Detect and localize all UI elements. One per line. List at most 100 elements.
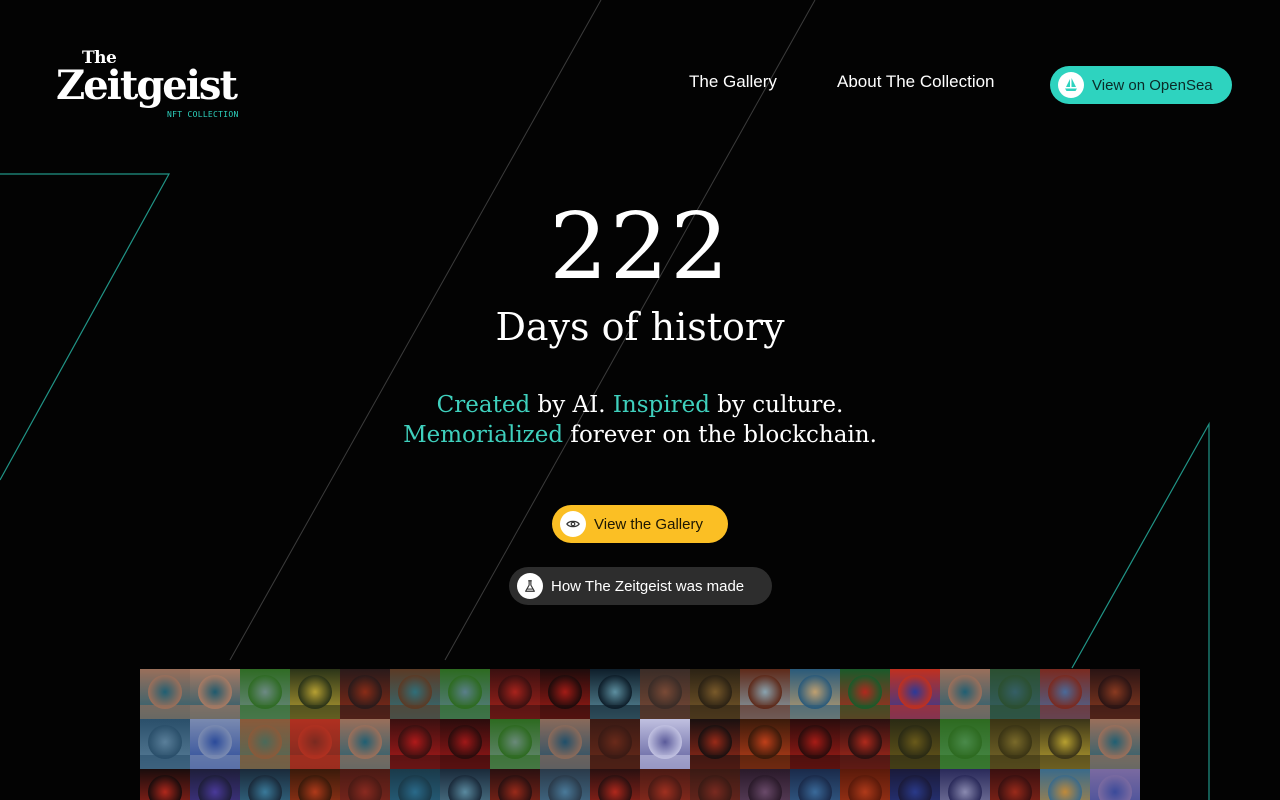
thumbnail-art	[598, 775, 632, 800]
nft-thumbnail[interactable]	[540, 769, 590, 800]
nft-thumbnail[interactable]	[140, 769, 190, 800]
nft-thumbnail[interactable]	[440, 669, 490, 719]
nft-thumbnail[interactable]	[990, 769, 1040, 800]
nft-thumbnail[interactable]	[1090, 669, 1140, 719]
thumbnail-ground	[490, 755, 540, 769]
nft-thumbnail[interactable]	[940, 719, 990, 769]
nft-thumbnail[interactable]	[590, 769, 640, 800]
nft-thumbnail[interactable]	[140, 719, 190, 769]
thumbnail-ground	[840, 705, 890, 719]
nft-thumbnail[interactable]	[690, 769, 740, 800]
nft-thumbnail[interactable]	[490, 669, 540, 719]
thumbnail-art	[498, 675, 532, 709]
thumbnail-art	[898, 725, 932, 759]
nft-thumbnail[interactable]	[340, 669, 390, 719]
flask-icon	[517, 573, 543, 599]
thumbnail-ground	[390, 755, 440, 769]
thumbnail-art	[248, 675, 282, 709]
thumbnail-art	[848, 775, 882, 800]
nft-thumbnail[interactable]	[190, 769, 240, 800]
nft-thumbnail[interactable]	[740, 719, 790, 769]
nft-thumbnail[interactable]	[390, 769, 440, 800]
nft-thumbnail[interactable]	[390, 669, 440, 719]
thumbnail-art	[998, 725, 1032, 759]
nft-thumbnail[interactable]	[690, 669, 740, 719]
thumbnail-art	[948, 725, 982, 759]
nft-thumbnail[interactable]	[690, 719, 740, 769]
nft-thumbnail[interactable]	[440, 719, 490, 769]
thumbnail-ground	[690, 755, 740, 769]
thumbnail-art	[1048, 675, 1082, 709]
thumbnail-art	[448, 675, 482, 709]
nft-thumbnail[interactable]	[240, 669, 290, 719]
thumbnail-art	[198, 675, 232, 709]
thumbnail-ground	[1040, 705, 1090, 719]
nav-link-about[interactable]: About The Collection	[837, 72, 995, 92]
site-logo[interactable]: The Zeitgeist NFT COLLECTION	[56, 48, 246, 124]
thumbnail-art	[148, 675, 182, 709]
nft-thumbnail[interactable]	[740, 669, 790, 719]
nft-thumbnail[interactable]	[190, 719, 240, 769]
nav-link-gallery[interactable]: The Gallery	[689, 72, 777, 92]
nft-thumbnail[interactable]	[940, 769, 990, 800]
view-on-opensea-button[interactable]: View on OpenSea	[1050, 66, 1232, 104]
thumbnail-art	[698, 725, 732, 759]
nft-thumbnail[interactable]	[190, 669, 240, 719]
nft-thumbnail[interactable]	[440, 769, 490, 800]
nft-thumbnail[interactable]	[490, 769, 540, 800]
nft-thumbnail[interactable]	[640, 669, 690, 719]
nft-thumbnail[interactable]	[740, 769, 790, 800]
nft-thumbnail[interactable]	[390, 719, 440, 769]
thumbnail-art	[598, 725, 632, 759]
how-it-was-made-button[interactable]: How The Zeitgeist was made	[509, 567, 772, 605]
nft-thumbnail[interactable]	[140, 669, 190, 719]
nft-thumbnail[interactable]	[790, 769, 840, 800]
thumbnail-art	[748, 725, 782, 759]
nft-thumbnail[interactable]	[1040, 719, 1090, 769]
nft-thumbnail[interactable]	[990, 719, 1040, 769]
nft-thumbnail[interactable]	[1040, 669, 1090, 719]
view-gallery-button[interactable]: View the Gallery	[552, 505, 728, 543]
gallery-button-label: View the Gallery	[594, 515, 703, 533]
nft-thumbnail[interactable]	[790, 669, 840, 719]
nft-thumbnail[interactable]	[340, 719, 390, 769]
nft-thumbnail[interactable]	[1090, 719, 1140, 769]
nft-thumbnail[interactable]	[290, 769, 340, 800]
eye-icon	[560, 511, 586, 537]
nft-thumbnail[interactable]	[1090, 769, 1140, 800]
nft-thumbnail[interactable]	[890, 769, 940, 800]
nft-thumbnail[interactable]	[840, 719, 890, 769]
thumbnail-art	[1048, 775, 1082, 800]
nft-thumbnail[interactable]	[990, 669, 1040, 719]
nft-thumbnail[interactable]	[1040, 769, 1090, 800]
nft-thumbnail[interactable]	[240, 719, 290, 769]
nft-thumbnail[interactable]	[540, 669, 590, 719]
days-count: 222	[549, 193, 731, 300]
nft-thumbnail[interactable]	[490, 719, 540, 769]
nft-thumbnail[interactable]	[890, 669, 940, 719]
thumbnail-ground	[740, 705, 790, 719]
thumbnail-art	[148, 775, 182, 800]
nft-thumbnail[interactable]	[840, 669, 890, 719]
thumbnail-ground	[840, 755, 890, 769]
thumbnail-ground	[940, 755, 990, 769]
nft-thumbnail[interactable]	[840, 769, 890, 800]
nft-thumbnail[interactable]	[940, 669, 990, 719]
nft-thumbnail[interactable]	[640, 719, 690, 769]
thumbnail-art	[298, 675, 332, 709]
nft-thumbnail[interactable]	[540, 719, 590, 769]
nft-thumbnail[interactable]	[890, 719, 940, 769]
nft-thumbnail[interactable]	[640, 769, 690, 800]
nft-thumbnail[interactable]	[590, 719, 640, 769]
thumbnail-ground	[890, 755, 940, 769]
nft-thumbnail[interactable]	[590, 669, 640, 719]
thumbnail-ground	[1040, 755, 1090, 769]
thumbnail-art	[948, 675, 982, 709]
nft-thumbnail[interactable]	[290, 669, 340, 719]
nft-thumbnail[interactable]	[790, 719, 840, 769]
thumbnail-art	[1098, 675, 1132, 709]
nft-thumbnail[interactable]	[240, 769, 290, 800]
thumbnail-ground	[890, 705, 940, 719]
nft-thumbnail[interactable]	[340, 769, 390, 800]
nft-thumbnail[interactable]	[290, 719, 340, 769]
